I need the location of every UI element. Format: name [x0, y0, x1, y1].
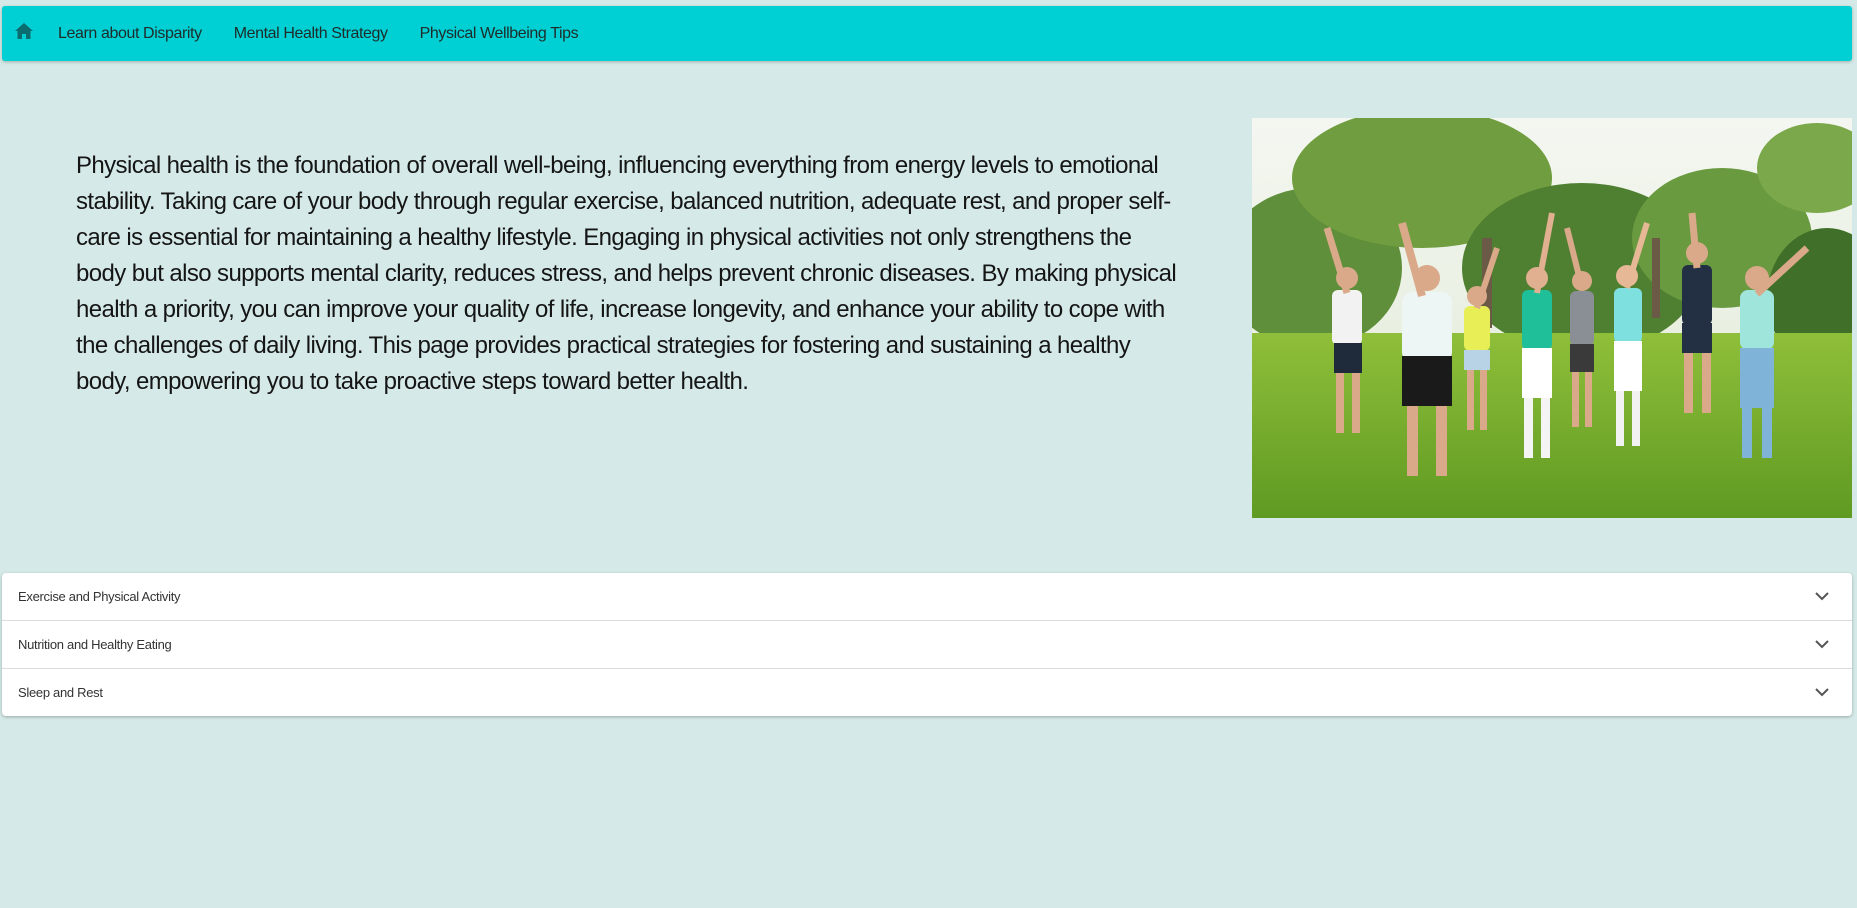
nav-link-physical-wellbeing-tips[interactable]: Physical Wellbeing Tips — [420, 25, 579, 43]
home-icon — [14, 22, 34, 45]
group-stretching-photo — [1252, 118, 1852, 518]
home-button[interactable] — [4, 6, 44, 61]
top-navbar: Learn about Disparity Mental Health Stra… — [2, 6, 1852, 61]
accordion-title: Nutrition and Healthy Eating — [18, 637, 172, 652]
tips-accordion: Exercise and Physical Activity Nutrition… — [2, 573, 1852, 716]
nav-link-mental-health-strategy[interactable]: Mental Health Strategy — [234, 25, 388, 43]
accordion-title: Sleep and Rest — [18, 685, 103, 700]
accordion-item-sleep[interactable]: Sleep and Rest — [2, 669, 1852, 716]
chevron-down-icon[interactable] — [1812, 635, 1832, 655]
accordion-title: Exercise and Physical Activity — [18, 589, 181, 604]
chevron-down-icon[interactable] — [1812, 683, 1832, 703]
intro-paragraph: Physical health is the foundation of ove… — [76, 152, 1177, 395]
chevron-down-icon[interactable] — [1812, 587, 1832, 607]
accordion-item-nutrition[interactable]: Nutrition and Healthy Eating — [2, 621, 1852, 669]
accordion-item-exercise[interactable]: Exercise and Physical Activity — [2, 573, 1852, 621]
nav-link-learn-about-disparity[interactable]: Learn about Disparity — [58, 25, 202, 43]
